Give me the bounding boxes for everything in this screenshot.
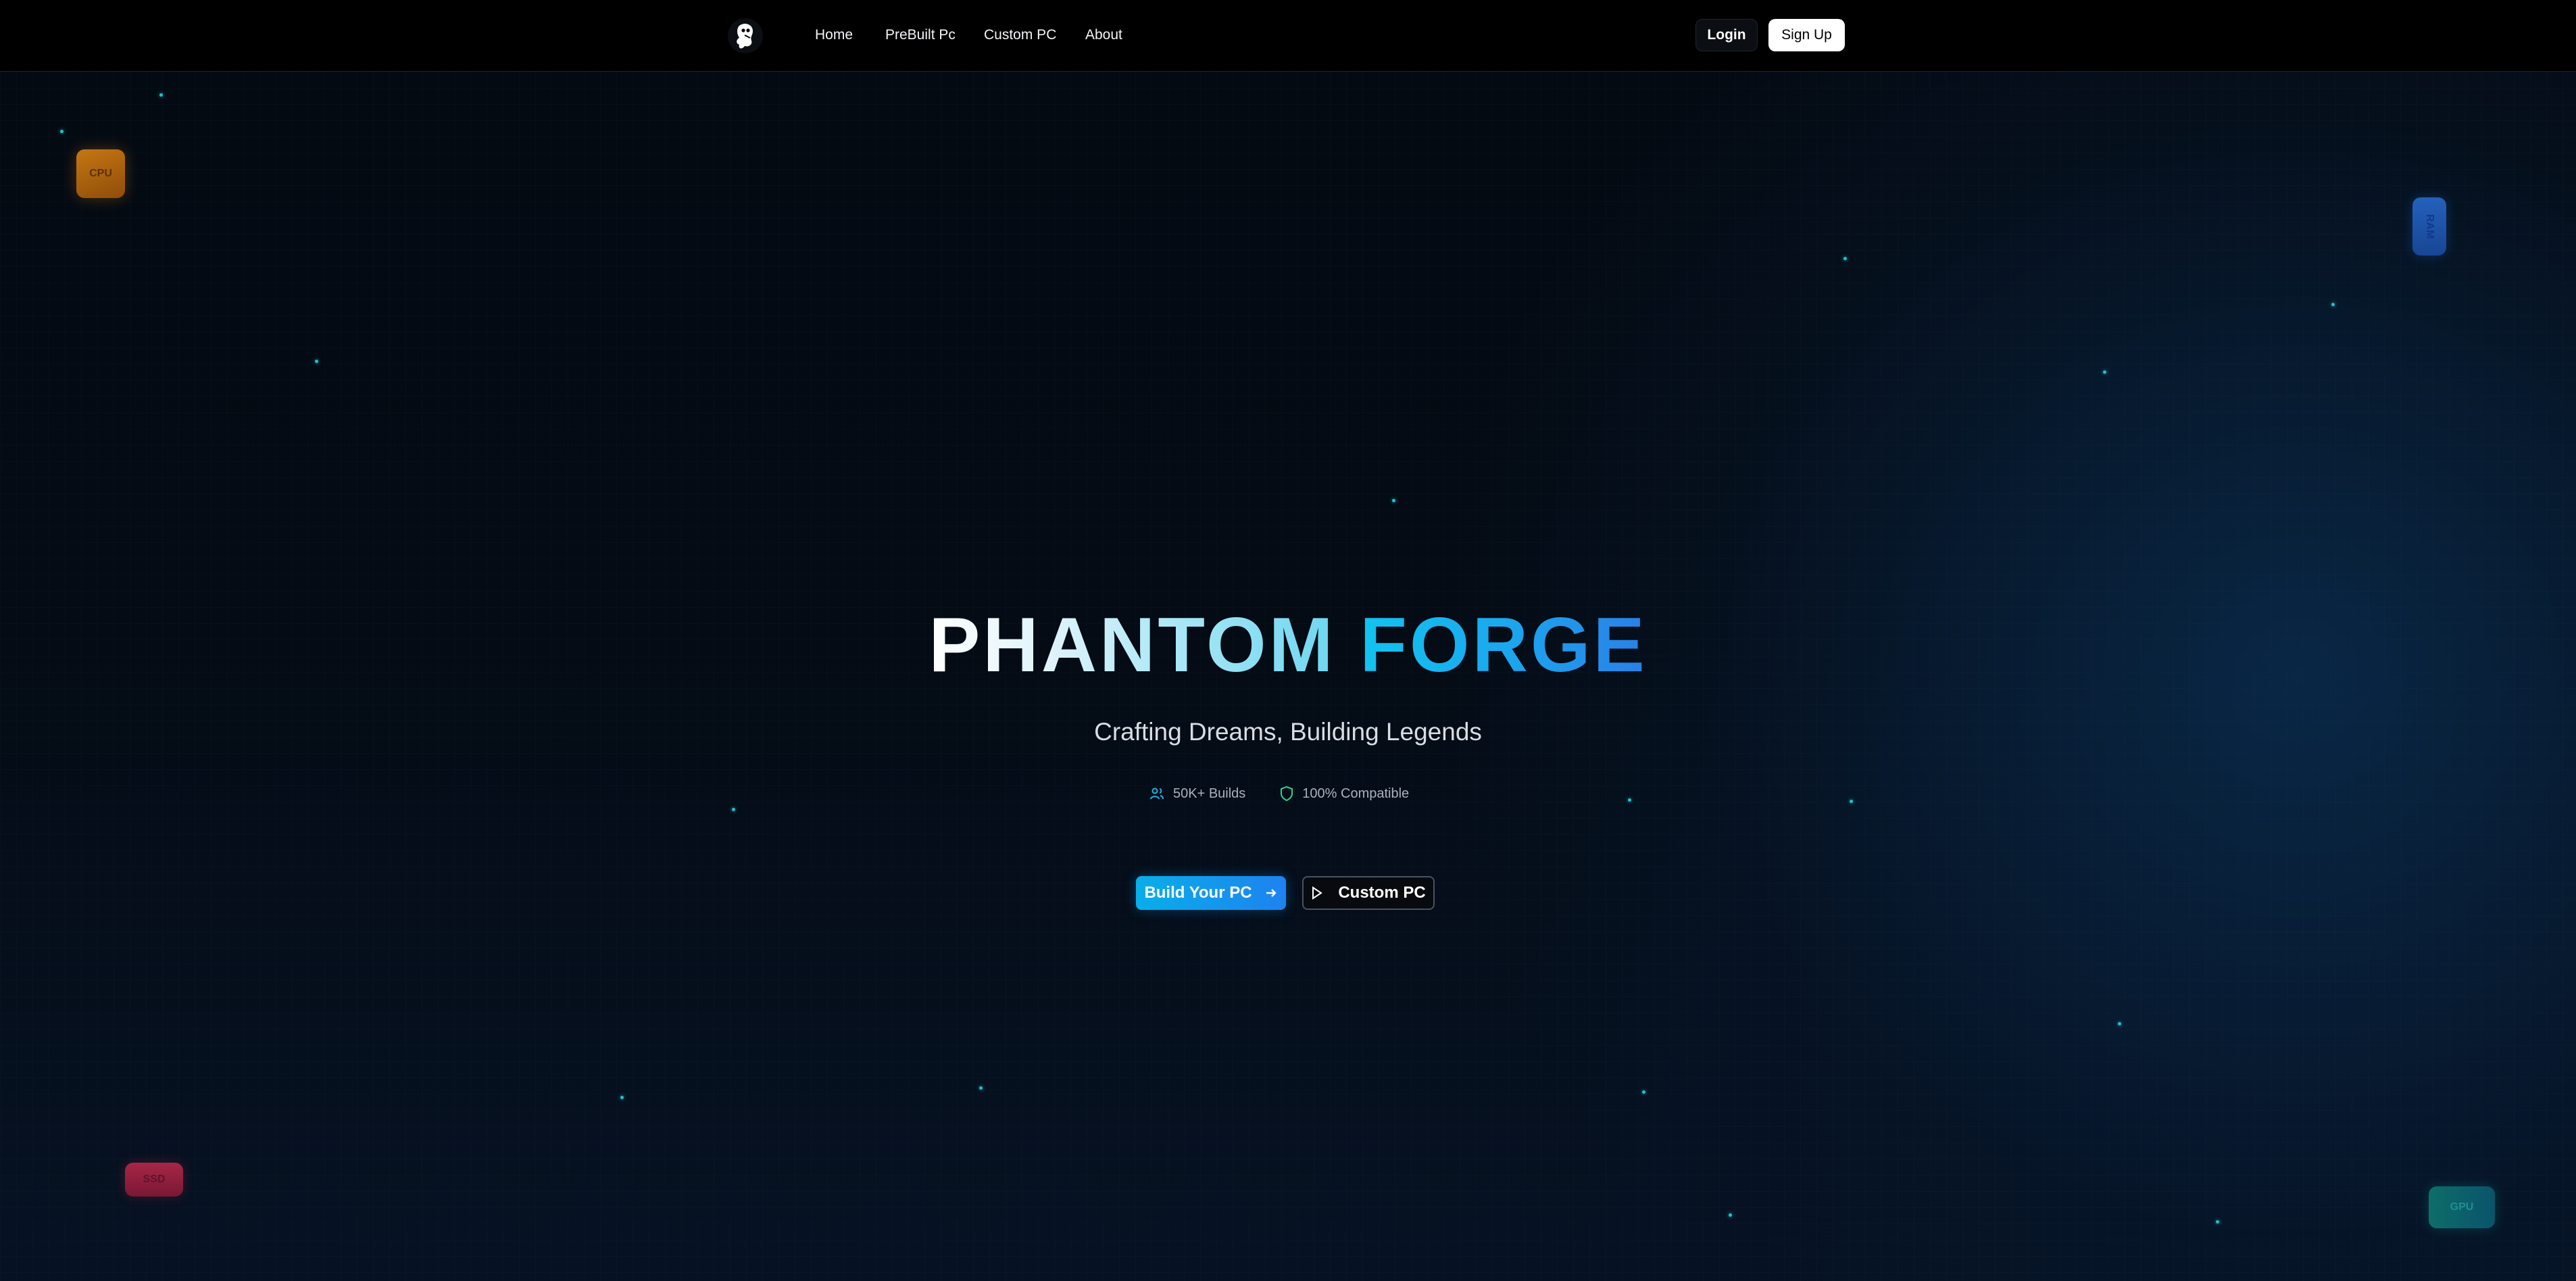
particle [2118, 1022, 2121, 1025]
top-navbar: Home PreBuilt Pc Custom PC About Login S… [0, 0, 2576, 72]
particle [979, 1086, 983, 1090]
particle [1628, 798, 1631, 802]
nav-link-home[interactable]: Home [815, 24, 853, 46]
particle [159, 93, 163, 97]
custom-pc-button[interactable]: Custom PC [1302, 876, 1435, 910]
build-your-pc-label: Build Your PC [1144, 884, 1252, 902]
nav-link-custom-pc[interactable]: Custom PC [984, 24, 1056, 46]
login-button[interactable]: Login [1695, 19, 1758, 51]
particle [620, 1096, 624, 1099]
hero-title-forge: FORGE [1360, 602, 1648, 688]
particle [1850, 800, 1853, 803]
particle [1729, 1213, 1732, 1217]
arrow-right-icon [1266, 889, 1277, 897]
stat-compatible-label: 100% Compatible [1302, 785, 1410, 801]
build-your-pc-button[interactable]: Build Your PC [1136, 876, 1286, 910]
cpu-chip: CPU [76, 149, 125, 198]
signup-button[interactable]: Sign Up [1768, 19, 1845, 51]
particle [1392, 499, 1395, 502]
play-icon [1312, 886, 1323, 900]
particle [732, 808, 735, 811]
particle [2103, 370, 2106, 374]
particle [315, 360, 318, 363]
particle [60, 130, 64, 133]
custom-pc-label: Custom PC [1338, 884, 1426, 902]
stat-builds-label: 50K+ Builds [1173, 785, 1246, 801]
gpu-chip: GPU [2429, 1186, 2495, 1228]
ram-chip-label: RAM [2424, 214, 2435, 239]
cpu-chip-label: CPU [89, 168, 112, 179]
stat-compatible: 100% Compatible [1279, 785, 1409, 802]
ram-chip: RAM [2412, 197, 2446, 256]
stat-builds: 50K+ Builds [1149, 785, 1245, 802]
gpu-chip-label: GPU [2450, 1201, 2474, 1213]
hero-title-phantom: PHANTOM [928, 602, 1336, 688]
nav-link-about[interactable]: About [1085, 24, 1122, 46]
particle [2331, 303, 2335, 306]
users-icon [1150, 788, 1164, 800]
hero-subtitle: Crafting Dreams, Building Legends [1094, 718, 1482, 746]
particle [2216, 1220, 2219, 1224]
ghost-logo-icon[interactable] [724, 15, 766, 57]
particle [1642, 1090, 1645, 1094]
hero-title: PHANTOM FORGE [883, 595, 1693, 696]
ssd-chip-label: SSD [143, 1174, 166, 1185]
hero-stats: 50K+ Builds 100% Compatible [1149, 783, 1443, 804]
particle [1843, 257, 1847, 260]
shield-icon [1281, 785, 1293, 802]
nav-link-prebuilt[interactable]: PreBuilt Pc [885, 24, 956, 46]
ssd-chip: SSD [125, 1163, 183, 1197]
